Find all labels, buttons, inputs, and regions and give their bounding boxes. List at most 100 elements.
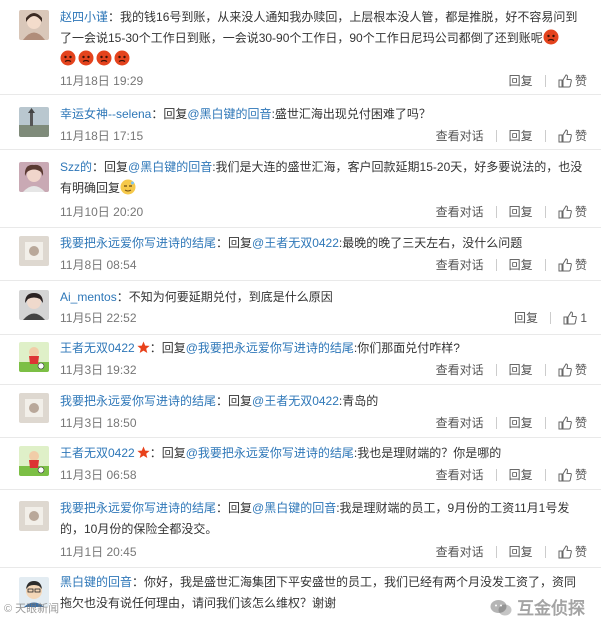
comment-time: 11月18日 19:29 xyxy=(60,74,144,88)
comment-actions: 查看对话 回复 赞 xyxy=(436,127,587,144)
view-conversation-link[interactable]: 查看对话 xyxy=(436,256,484,273)
comment-username[interactable]: 我要把永远爱你写进诗的结尾 xyxy=(60,394,216,408)
angry-emoji-icon xyxy=(114,50,130,66)
comment-item: 王者无双0422 ：回复@我要把永远爱你写进诗的结尾:你们那面兑付咋样? 11月3… xyxy=(0,334,601,385)
comment-username[interactable]: 赵四小谨 xyxy=(60,10,108,24)
comment-body: ：回复 xyxy=(149,341,186,355)
comment-text: 我要把永远爱你写进诗的结尾：回复@王者无双0422:青岛的 xyxy=(60,391,587,412)
mention-link[interactable]: @我要把永远爱你写进诗的结尾 xyxy=(186,341,354,355)
comment-body: ：回复 xyxy=(151,107,188,121)
avatar[interactable] xyxy=(19,162,49,192)
reply-button[interactable]: 回复 xyxy=(514,309,538,326)
view-conversation-link[interactable]: 查看对话 xyxy=(436,466,484,483)
like-button[interactable]: 赞 xyxy=(575,256,587,273)
comment-time: 11月1日 20:45 xyxy=(60,545,137,559)
like-button[interactable]: 赞 xyxy=(575,361,587,378)
reply-button[interactable]: 回复 xyxy=(509,127,533,144)
wechat-icon xyxy=(490,600,512,616)
comment-username[interactable]: 王者无双0422 xyxy=(60,341,135,355)
avatar[interactable] xyxy=(19,10,49,40)
like-button[interactable]: 赞 xyxy=(575,127,587,144)
comment-username[interactable]: Ai_mentos xyxy=(60,290,117,304)
comment-actions: 回复 1 xyxy=(514,309,587,326)
reply-button[interactable]: 回复 xyxy=(509,466,533,483)
thumbs-up-icon[interactable] xyxy=(558,416,572,430)
comment-actions: 查看对话 回复 赞 xyxy=(436,256,587,273)
comment-actions: 查看对话 回复 赞 xyxy=(436,543,587,560)
mention-link[interactable]: @王者无双0422 xyxy=(252,394,339,408)
comment-time: 11月8日 08:54 xyxy=(60,258,137,272)
like-button[interactable]: 赞 xyxy=(575,72,587,89)
comment-item: 幸运女神--selena：回复@黑白键的回音:盛世汇海出现兑付困难了吗？ 11月… xyxy=(0,94,601,150)
reply-button[interactable]: 回复 xyxy=(509,361,533,378)
comment-time: 11月3日 06:58 xyxy=(60,468,137,482)
comment-actions: 查看对话 回复 赞 xyxy=(436,203,587,220)
comment-username[interactable]: 黑白键的回音 xyxy=(60,575,132,589)
comment-username[interactable]: 幸运女神--selena xyxy=(60,107,151,121)
comment-username[interactable]: 王者无双0422 xyxy=(60,446,135,460)
comment-text: 幸运女神--selena：回复@黑白键的回音:盛世汇海出现兑付困难了吗？ xyxy=(60,104,587,125)
comment-username[interactable]: Szz的 xyxy=(60,160,92,174)
like-count: 1 xyxy=(580,311,587,325)
comment-body: :我也是理财端的？你是哪的 xyxy=(353,446,502,460)
comment-body: ：回复 xyxy=(216,236,253,250)
comment-body: :盛世汇海出现兑付困难了吗？ xyxy=(271,107,431,121)
thumbs-up-icon[interactable] xyxy=(558,545,572,559)
view-conversation-link[interactable]: 查看对话 xyxy=(436,543,484,560)
avatar[interactable] xyxy=(19,236,49,266)
mention-link[interactable]: @黑白键的回音 xyxy=(187,107,271,121)
reply-button[interactable]: 回复 xyxy=(509,72,533,89)
thumbs-up-icon[interactable] xyxy=(563,311,577,325)
watermark-right: 互金侦探 xyxy=(490,594,585,619)
comment-actions: 查看对话 回复 赞 xyxy=(436,414,587,431)
mention-link[interactable]: @王者无双0422 xyxy=(252,236,339,250)
comment-body: ：回复 xyxy=(216,394,253,408)
view-conversation-link[interactable]: 查看对话 xyxy=(436,127,484,144)
reply-button[interactable]: 回复 xyxy=(509,414,533,431)
thumbs-up-icon[interactable] xyxy=(558,129,572,143)
star-badge-icon xyxy=(137,446,150,458)
reply-button[interactable]: 回复 xyxy=(509,256,533,273)
reply-button[interactable]: 回复 xyxy=(509,543,533,560)
comment-item: Szz的：回复@黑白键的回音:我们是大连的盛世汇海，客户回款延期15-20天，好… xyxy=(0,149,601,228)
thumbs-up-icon[interactable] xyxy=(558,258,572,272)
reply-button[interactable]: 回复 xyxy=(509,203,533,220)
comment-time: 11月18日 17:15 xyxy=(60,129,144,143)
thumbs-up-icon[interactable] xyxy=(558,363,572,377)
avatar[interactable] xyxy=(19,342,49,372)
comment-item: 我要把永远爱你写进诗的结尾：回复@王者无双0422:青岛的 11月3日 18:5… xyxy=(0,384,601,438)
comment-item: 赵四小谨：我的钱16号到账，从来没人通知我办赎回，上层根本没人管，都是推脱，好不… xyxy=(0,0,601,95)
comment-body: ：回复 xyxy=(216,501,253,515)
avatar[interactable] xyxy=(19,446,49,476)
comment-item: Ai_mentos：不知为何要延期兑付，到底是什么原因 11月5日 22:52 … xyxy=(0,280,601,335)
view-conversation-link[interactable]: 查看对话 xyxy=(436,203,484,220)
like-button[interactable]: 赞 xyxy=(575,543,587,560)
mention-link[interactable]: @黑白键的回音 xyxy=(128,160,212,174)
like-button[interactable]: 赞 xyxy=(575,203,587,220)
mention-link[interactable]: @我要把永远爱你写进诗的结尾 xyxy=(186,446,354,460)
view-conversation-link[interactable]: 查看对话 xyxy=(436,361,484,378)
comment-time: 11月5日 22:52 xyxy=(60,311,137,325)
comment-body: ：回复 xyxy=(92,160,129,174)
comment-username[interactable]: 我要把永远爱你写进诗的结尾 xyxy=(60,236,216,250)
comment-username[interactable]: 我要把永远爱你写进诗的结尾 xyxy=(60,501,216,515)
thumbs-up-icon[interactable] xyxy=(558,74,572,88)
mention-link[interactable]: @黑白键的回音 xyxy=(252,501,336,515)
watermark-right-text: 互金侦探 xyxy=(517,599,585,618)
comment-actions: 回复 赞 xyxy=(509,72,587,89)
comment-text: Szz的：回复@黑白键的回音:我们是大连的盛世汇海，客户回款延期15-20天，好… xyxy=(60,157,587,199)
view-conversation-link[interactable]: 查看对话 xyxy=(436,414,484,431)
like-button[interactable]: 赞 xyxy=(575,414,587,431)
avatar[interactable] xyxy=(19,393,49,423)
comment-text: 王者无双0422 ：回复@我要把永远爱你写进诗的结尾:你们那面兑付咋样? xyxy=(60,338,587,359)
comment-item: 我要把永远爱你写进诗的结尾：回复@王者无双0422:最晚的晚了三天左右，没什么问… xyxy=(0,227,601,281)
avatar[interactable] xyxy=(19,290,49,320)
avatar[interactable] xyxy=(19,501,49,531)
like-button[interactable]: 赞 xyxy=(575,466,587,483)
thumbs-up-icon[interactable] xyxy=(558,205,572,219)
thumbs-up-icon[interactable] xyxy=(558,468,572,482)
avatar[interactable] xyxy=(19,107,49,137)
comment-actions: 查看对话 回复 赞 xyxy=(436,466,587,483)
angry-emoji-icon xyxy=(543,29,559,45)
comment-body: :青岛的 xyxy=(338,394,379,408)
